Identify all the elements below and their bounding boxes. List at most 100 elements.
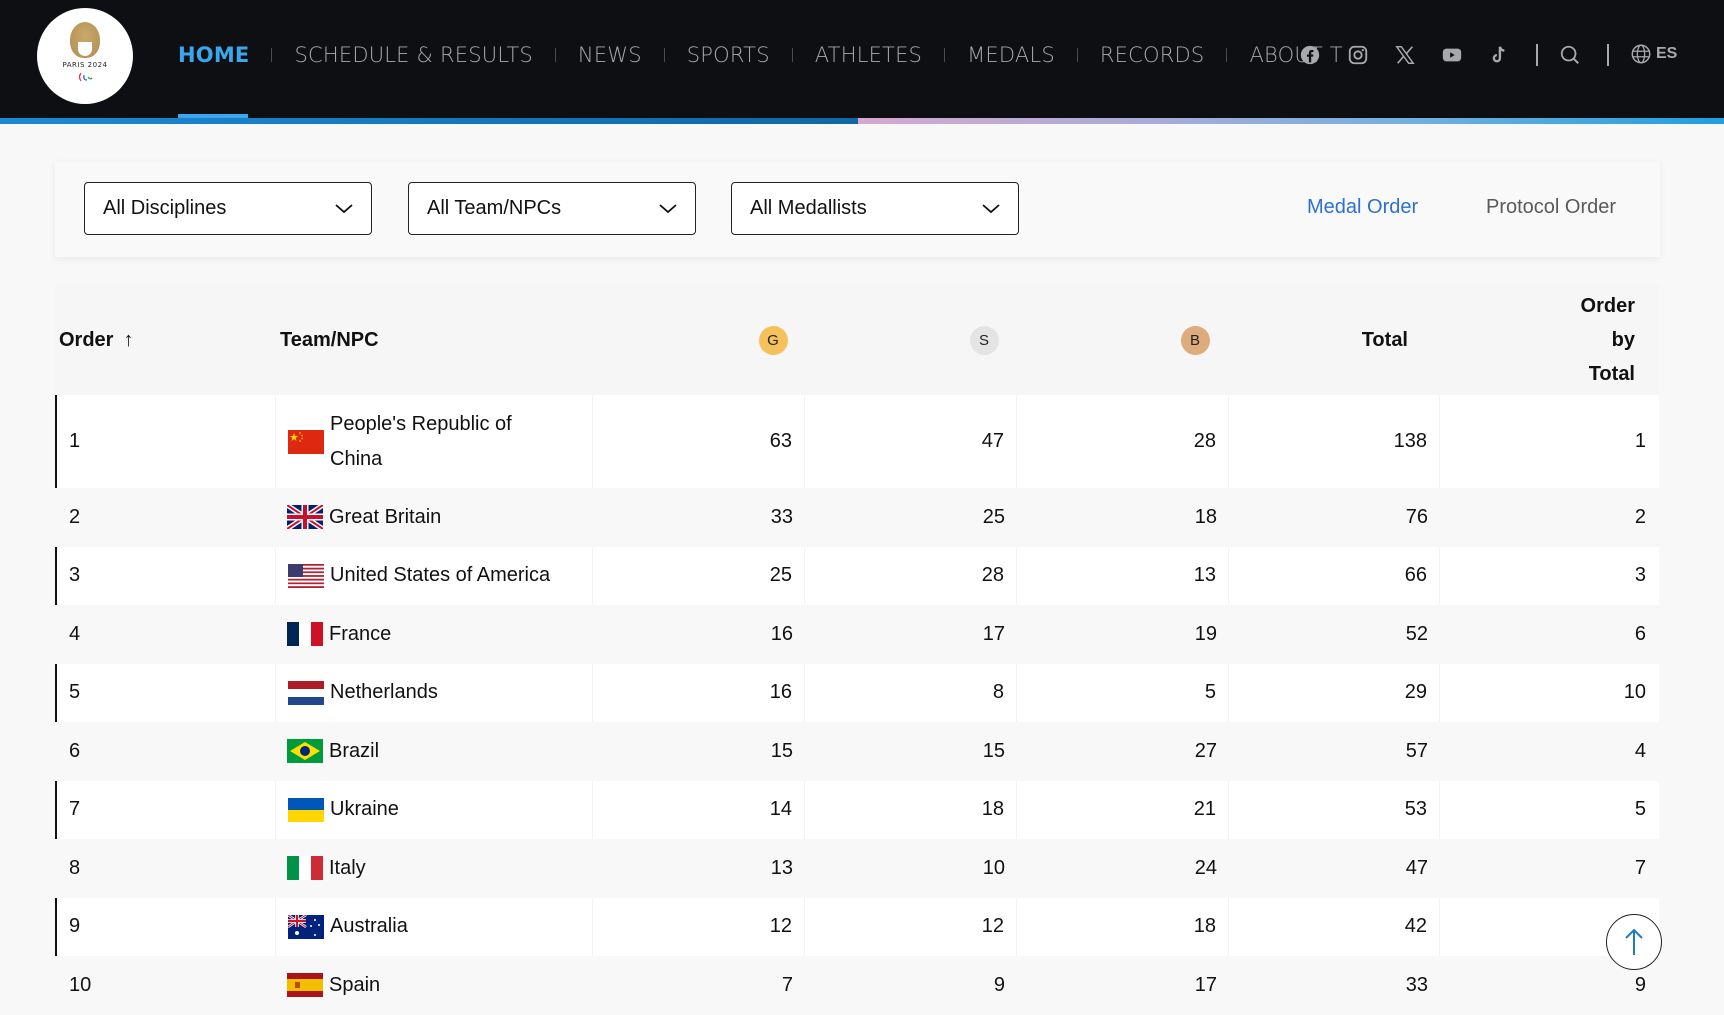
gold-medal-icon: G	[758, 325, 788, 355]
medal-order-link[interactable]: Medal Order	[1307, 196, 1418, 219]
nav-item-schedule-results[interactable]: SCHEDULE & RESULTS	[294, 43, 532, 67]
team-name[interactable]: Spain	[329, 968, 380, 1003]
medallists-dropdown[interactable]: All Medallists	[731, 182, 1019, 235]
nav-item-athletes[interactable]: ATHLETES	[815, 43, 922, 67]
order-cell: 5	[69, 664, 269, 723]
gold-cell-value: 12	[769, 915, 792, 938]
gold-cell-value: 14	[769, 798, 792, 821]
facebook-icon[interactable]	[1298, 43, 1322, 67]
nav-item-news[interactable]: NEWS	[578, 43, 642, 67]
table-row[interactable]: 1 People's Republic of China 63 47 28 138 1	[55, 395, 1659, 488]
logo-text: PARIS 2024	[62, 61, 108, 69]
table-row[interactable]: 8 Italy 13 10 24 47 7	[55, 839, 1659, 898]
flame-face	[78, 42, 92, 56]
silver-cell-value: 17	[982, 622, 1005, 645]
obt-line: Order	[1580, 295, 1635, 317]
table-row[interactable]: 2 Great Britain 33 25 18 76 2	[55, 488, 1659, 547]
table-row[interactable]: 7 Ukraine 14 18 21 53 5	[55, 780, 1659, 839]
order-cell-value: 1	[69, 430, 81, 452]
nav-item-sports[interactable]: SPORTS	[687, 43, 770, 67]
total-cell-value: 33	[1405, 973, 1428, 996]
order-cell: 2	[69, 488, 269, 547]
order-by-total-cell-value: 5	[1634, 798, 1646, 821]
bronze-column-header[interactable]: B	[1165, 285, 1225, 395]
gold-cell-value: 16	[770, 622, 793, 645]
bronze-cell: 24	[1017, 839, 1229, 898]
table-row[interactable]: 10 Spain 7 9 17 33 9	[55, 956, 1659, 1015]
order-by-total-cell-value: 3	[1634, 564, 1646, 587]
gold-cell: 25	[593, 546, 805, 605]
total-cell-value: 66	[1404, 564, 1427, 587]
team-cell: Brazil	[275, 722, 593, 781]
bronze-cell: 5	[1017, 663, 1229, 722]
team-column-header: Team/NPC	[280, 285, 379, 395]
team-name[interactable]: Brazil	[329, 734, 379, 769]
silver-cell-value: 8	[992, 681, 1004, 704]
team-name[interactable]: Ukraine	[330, 792, 399, 827]
table-row[interactable]: 4 France 16 17 19 52 6	[55, 605, 1659, 664]
team-name[interactable]: People's Republic of China	[330, 407, 550, 477]
nav-item-about-t[interactable]: ABOUT T	[1249, 43, 1342, 67]
team-name[interactable]: Netherlands	[330, 675, 438, 710]
table-row[interactable]: 9 Australia 12 12 18 42	[55, 897, 1659, 956]
order-column-header[interactable]: Order ↑	[59, 285, 133, 395]
social-slot	[1440, 38, 1464, 72]
team-name[interactable]: France	[329, 617, 391, 652]
medallists-value: All Medallists	[750, 197, 867, 219]
order-by-total-cell-value: 2	[1634, 505, 1646, 528]
total-column-header[interactable]: Total	[1255, 285, 1408, 395]
nav-item-records[interactable]: RECORDS	[1100, 43, 1205, 67]
team-cell: Australia	[275, 897, 593, 956]
team-name[interactable]: Italy	[329, 851, 366, 886]
silver-column-header[interactable]: S	[954, 285, 1014, 395]
china-flag-icon	[288, 429, 324, 454]
team-cell: People's Republic of China	[275, 395, 593, 488]
order-cell: 4	[69, 605, 269, 664]
team-name[interactable]: Australia	[330, 909, 408, 944]
total-cell: 42	[1229, 897, 1440, 956]
gold-cell-value: 25	[769, 564, 792, 587]
order-cell-value: 9	[69, 915, 81, 938]
table-row[interactable]: 3 United States of America 25 28 13 66 3	[55, 546, 1659, 605]
bronze-cell: 28	[1017, 395, 1229, 488]
total-cell: 66	[1229, 546, 1440, 605]
table-row[interactable]: 5 Netherlands 16 8 5 29 10	[55, 663, 1659, 723]
team-cell: France	[275, 605, 593, 664]
disciplines-dropdown[interactable]: All Disciplines	[84, 182, 372, 235]
order-cell-value: 4	[69, 622, 81, 645]
language-switcher[interactable]: ES	[1630, 43, 1677, 65]
tiktok-icon[interactable]	[1487, 43, 1511, 67]
bronze-cell: 17	[1017, 956, 1229, 1015]
chevron-down-icon	[659, 203, 677, 213]
total-cell-value: 52	[1405, 622, 1428, 645]
search-icon[interactable]	[1558, 43, 1582, 67]
order-by-total-column-header[interactable]: Order by Total	[1505, 285, 1635, 395]
team-name[interactable]: Great Britain	[329, 500, 441, 535]
table-row[interactable]: 6 Brazil 15 15 27 57 4	[55, 722, 1659, 781]
silver-cell-value: 25	[982, 505, 1005, 528]
order-by-total-cell: 7	[1440, 839, 1659, 898]
order-by-total-cell-value: 1	[1634, 430, 1646, 452]
team-cell: Spain	[275, 956, 593, 1015]
total-cell-value: 53	[1404, 798, 1427, 821]
youtube-icon[interactable]	[1440, 43, 1464, 67]
disciplines-value: All Disciplines	[103, 197, 227, 219]
nav-separator	[1226, 48, 1228, 62]
silver-cell-value: 12	[981, 915, 1004, 938]
gold-column-header[interactable]: G	[743, 285, 803, 395]
gold-cell-value: 63	[769, 430, 792, 452]
team-name[interactable]: United States of America	[330, 558, 550, 593]
teams-dropdown[interactable]: All Team/NPCs	[408, 182, 696, 235]
nav-item-home[interactable]: HOME	[178, 43, 249, 67]
nav-separator	[663, 48, 665, 62]
gold-cell: 7	[593, 956, 805, 1015]
team-cell: Ukraine	[275, 780, 593, 839]
order-by-total-cell: 6	[1440, 605, 1659, 664]
scroll-to-top-button[interactable]	[1606, 914, 1662, 970]
paris-2024-logo[interactable]: PARIS 2024	[37, 8, 133, 104]
silver-cell-value: 10	[982, 856, 1005, 879]
nav-item-medals[interactable]: MEDALS	[967, 43, 1055, 67]
protocol-order-link[interactable]: Protocol Order	[1486, 196, 1616, 219]
instagram-icon[interactable]	[1346, 43, 1370, 67]
x-icon[interactable]	[1393, 43, 1417, 67]
